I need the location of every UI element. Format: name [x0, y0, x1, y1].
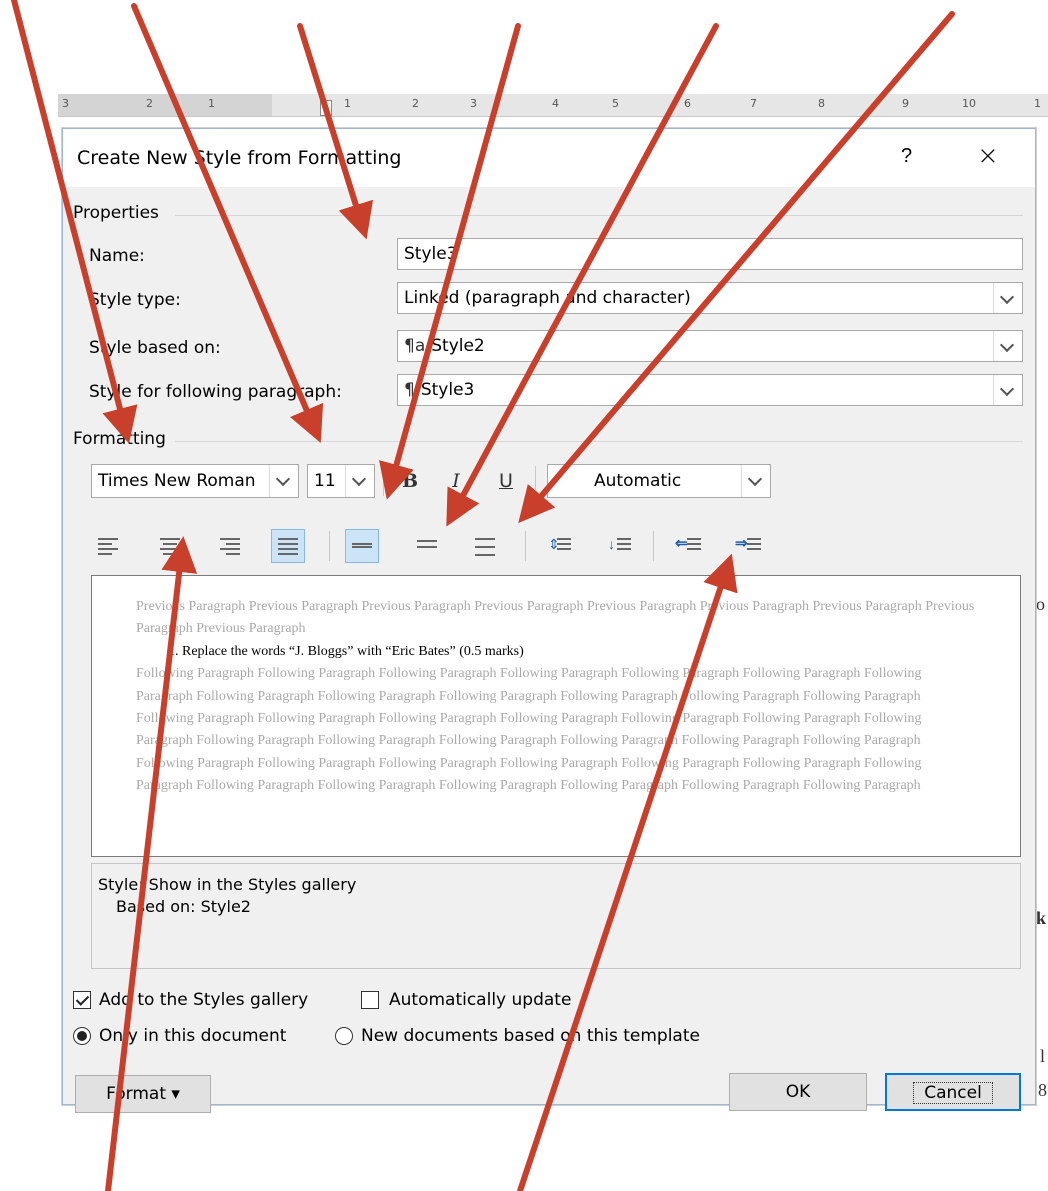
divider: [535, 466, 536, 496]
background-text: 8: [1038, 1080, 1047, 1100]
indent-marker[interactable]: [320, 100, 332, 116]
divider: [329, 531, 330, 561]
chevron-down-icon[interactable]: [993, 283, 1022, 313]
based-on-label: Style based on:: [89, 338, 221, 358]
chevron-down-icon[interactable]: [741, 465, 770, 497]
increase-indent-icon[interactable]: ⇒: [731, 529, 765, 563]
cancel-button[interactable]: Cancel: [885, 1073, 1021, 1111]
only-this-document-label[interactable]: Only in this document: [99, 1026, 286, 1046]
font-size-select[interactable]: 11: [307, 464, 375, 498]
following-label: Style for following paragraph:: [89, 382, 342, 402]
ruler-tick: 10: [962, 97, 976, 110]
chevron-down-icon[interactable]: [993, 331, 1022, 361]
ok-button[interactable]: OK: [729, 1073, 867, 1111]
based-on-value: Style2: [431, 336, 485, 356]
single-spacing-icon[interactable]: [345, 529, 379, 563]
style-preview: Previous Paragraph Previous Paragraph Pr…: [91, 575, 1021, 857]
underline-button[interactable]: U: [489, 464, 523, 498]
chevron-down-icon[interactable]: [345, 465, 374, 497]
description-line: Based on: Style2: [116, 897, 251, 916]
chevron-down-icon[interactable]: [269, 465, 298, 497]
decrease-indent-icon[interactable]: ⇐: [671, 529, 705, 563]
divider: [175, 441, 1023, 442]
based-on-select[interactable]: ¶a Style2: [397, 330, 1023, 362]
dialog-title: Create New Style from Formatting: [77, 147, 402, 169]
ruler-tick: 8: [818, 97, 825, 110]
only-this-document-radio[interactable]: [73, 1027, 91, 1045]
font-size-value: 11: [314, 471, 336, 491]
preview-previous-paragraph: Previous Paragraph Previous Paragraph Pr…: [136, 599, 975, 637]
justify-icon[interactable]: [271, 529, 305, 563]
ruler-tick: 9: [902, 97, 909, 110]
font-value: Times New Roman: [98, 471, 256, 491]
name-input[interactable]: Style3: [397, 238, 1023, 270]
italic-button[interactable]: I: [439, 464, 473, 498]
decrease-paragraph-spacing-icon[interactable]: ↓: [603, 529, 637, 563]
ruler-margin: [58, 94, 272, 116]
preview-current-paragraph: 1. Replace the words “J. Bloggs” with “E…: [168, 643, 524, 659]
style-description: Style: Show in the Styles gallery Based …: [91, 863, 1021, 969]
following-value: Style3: [420, 380, 475, 400]
font-select[interactable]: Times New Roman: [91, 464, 299, 498]
bold-button[interactable]: B: [393, 464, 427, 498]
double-spacing-icon[interactable]: [469, 529, 503, 563]
font-color-value: Automatic: [594, 471, 682, 491]
cancel-button-label: Cancel: [913, 1082, 993, 1104]
description-line: Style: Show in the Styles gallery: [98, 875, 357, 894]
ruler-tick: 1: [208, 97, 215, 110]
divider: [383, 466, 384, 496]
ruler-tick: 2: [146, 97, 153, 110]
align-left-icon[interactable]: [91, 529, 125, 563]
paragraph-style-icon: ¶: [404, 380, 415, 400]
new-documents-label[interactable]: New documents based on this template: [361, 1026, 700, 1046]
create-style-dialog: Create New Style from Formatting ? × Pro…: [62, 128, 1036, 1113]
properties-section-label: Properties: [73, 203, 159, 223]
chevron-down-icon[interactable]: [993, 375, 1022, 405]
linked-style-icon: ¶a: [404, 336, 426, 356]
format-button[interactable]: Format ▾: [75, 1075, 211, 1113]
style-type-label: Style type:: [89, 290, 181, 310]
following-select[interactable]: ¶ Style3: [397, 374, 1023, 406]
background-text: l: [1040, 1046, 1046, 1066]
add-to-gallery-checkbox[interactable]: [73, 991, 91, 1009]
close-icon[interactable]: ×: [977, 141, 999, 171]
divider: [525, 531, 526, 561]
ruler-tick: 1: [1034, 97, 1041, 110]
preview-following-paragraph: Following Paragraph Following Paragraph …: [136, 666, 922, 794]
one-half-spacing-icon[interactable]: [411, 529, 445, 563]
name-label: Name:: [89, 246, 145, 266]
ruler-tick: 2: [412, 97, 419, 110]
ruler-tick: 6: [684, 97, 691, 110]
style-type-select[interactable]: Linked (paragraph and character): [397, 282, 1023, 314]
auto-update-checkbox[interactable]: [361, 991, 379, 1009]
title-bar: Create New Style from Formatting ? ×: [63, 129, 1035, 187]
auto-update-label[interactable]: Automatically update: [389, 990, 571, 1010]
help-button[interactable]: ?: [901, 145, 912, 168]
divider: [175, 215, 1023, 216]
ruler-tick: 3: [470, 97, 477, 110]
ruler-tick: 3: [62, 97, 69, 110]
divider: [653, 531, 654, 561]
ruler-tick: 1: [344, 97, 351, 110]
background-text: o: [1036, 594, 1045, 614]
background-text: k: [1036, 908, 1047, 928]
ruler-tick: 4: [552, 97, 559, 110]
ruler-tick: 5: [612, 97, 619, 110]
style-type-value: Linked (paragraph and character): [404, 288, 691, 308]
formatting-section-label: Formatting: [73, 429, 166, 449]
align-center-icon[interactable]: [153, 529, 187, 563]
ruler-tick: 7: [750, 97, 757, 110]
ruler: 3 2 1 1 2 3 4 5 6 7 8 9 10 1: [58, 94, 1048, 117]
font-color-select[interactable]: Automatic: [547, 464, 771, 498]
align-right-icon[interactable]: [213, 529, 247, 563]
new-documents-radio[interactable]: [335, 1027, 353, 1045]
add-to-gallery-label[interactable]: Add to the Styles gallery: [99, 990, 308, 1010]
increase-paragraph-spacing-icon[interactable]: ⇕: [543, 529, 577, 563]
